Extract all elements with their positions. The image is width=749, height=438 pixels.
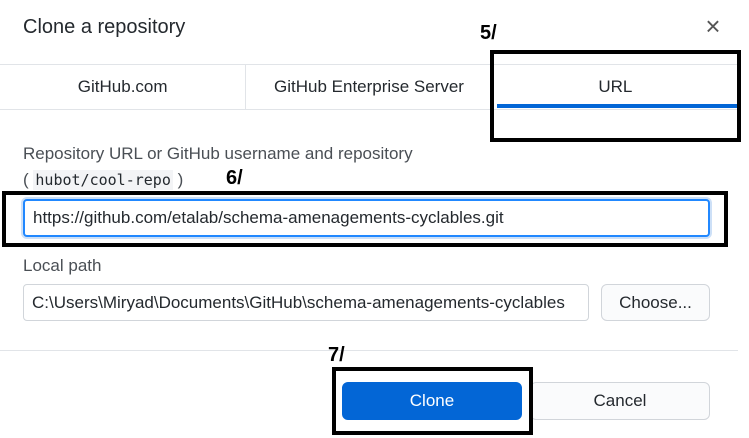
hint-example-code: hubot/cool-repo: [33, 170, 173, 190]
footer-divider: [0, 350, 738, 351]
repo-url-label: Repository URL or GitHub username and re…: [23, 144, 413, 163]
tab-github-com[interactable]: GitHub.com: [0, 65, 247, 109]
choose-button[interactable]: Choose...: [601, 284, 710, 321]
local-path-label: Local path: [23, 256, 102, 275]
close-icon[interactable]: ×: [701, 12, 725, 40]
repo-url-hint: ( hubot/cool-repo ): [23, 170, 183, 190]
annotation-box-5: [490, 50, 741, 142]
cancel-button[interactable]: Cancel: [530, 382, 710, 420]
dialog-title: Clone a repository: [23, 16, 186, 38]
hint-open-paren: (: [23, 170, 29, 189]
hint-close-paren: ): [177, 170, 184, 189]
annotation-box-6: [2, 191, 728, 247]
annotation-box-7: [332, 367, 533, 435]
annotation-label-7: 7/: [328, 344, 345, 366]
annotation-label-6: 6/: [226, 167, 243, 189]
tab-github-enterprise[interactable]: GitHub Enterprise Server: [246, 65, 493, 109]
local-path-input[interactable]: [23, 284, 589, 321]
annotation-label-5: 5/: [480, 22, 497, 44]
